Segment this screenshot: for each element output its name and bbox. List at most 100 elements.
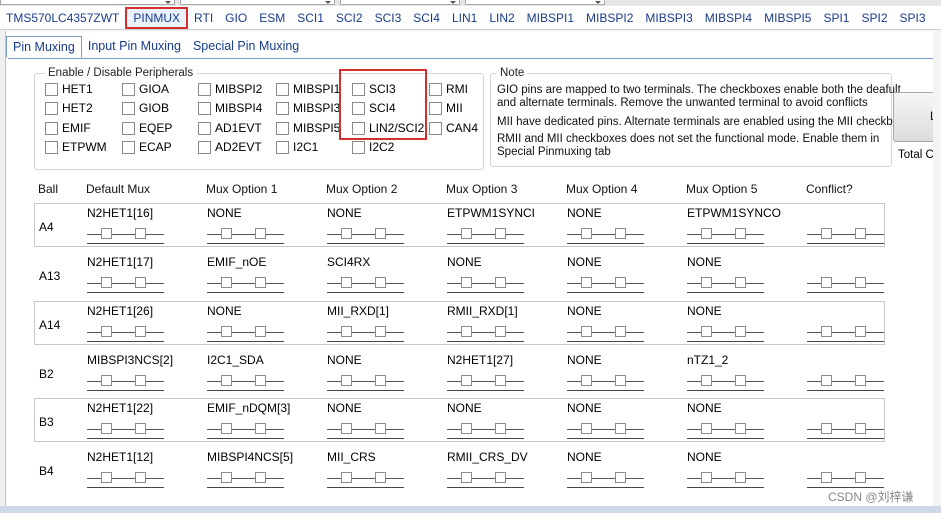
tab-mibspi1[interactable]: MIBSPI1 <box>521 7 580 29</box>
checkbox-het1[interactable]: HET1 <box>45 82 93 96</box>
mux-checkbox[interactable] <box>255 228 266 239</box>
tab-lin1[interactable]: LIN1 <box>446 7 483 29</box>
mux-selector[interactable] <box>567 468 644 488</box>
mux-checkbox[interactable] <box>821 326 832 337</box>
checkbox-mibspi1[interactable]: MIBSPI1 <box>276 82 340 96</box>
mux-checkbox[interactable] <box>495 326 506 337</box>
mux-selector[interactable] <box>327 419 404 439</box>
mux-selector[interactable] <box>327 468 404 488</box>
checkbox-box[interactable] <box>122 101 135 115</box>
tab-tms570lc4357zwt[interactable]: TMS570LC4357ZWT <box>0 7 125 29</box>
option-dropdown[interactable] <box>465 0 605 5</box>
mux-checkbox[interactable] <box>581 228 592 239</box>
mux-selector[interactable] <box>207 371 284 391</box>
tab-pinmux[interactable]: PINMUX <box>125 6 189 29</box>
checkbox-ad2evt[interactable]: AD2EVT <box>198 140 262 154</box>
checkbox-box[interactable] <box>198 101 211 115</box>
checkbox-box[interactable] <box>276 82 289 96</box>
mux-checkbox[interactable] <box>101 277 112 288</box>
checkbox-eqep[interactable]: EQEP <box>122 121 172 135</box>
checkbox-box[interactable] <box>122 121 135 135</box>
checkbox-box[interactable] <box>122 140 135 154</box>
mux-checkbox[interactable] <box>701 326 712 337</box>
checkbox-mibspi5[interactable]: MIBSPI5 <box>276 121 340 135</box>
mux-selector[interactable] <box>87 468 164 488</box>
mux-selector[interactable] <box>207 419 284 439</box>
mux-checkbox[interactable] <box>615 423 626 434</box>
mux-selector[interactable] <box>327 273 404 293</box>
checkbox-het2[interactable]: HET2 <box>45 101 93 115</box>
checkbox-box[interactable] <box>45 121 58 135</box>
mux-checkbox[interactable] <box>461 228 472 239</box>
checkbox-box[interactable] <box>45 140 58 154</box>
mux-checkbox[interactable] <box>375 472 386 483</box>
mux-checkbox[interactable] <box>821 277 832 288</box>
checkbox-gioa[interactable]: GIOA <box>122 82 169 96</box>
mux-checkbox[interactable] <box>375 277 386 288</box>
mux-checkbox[interactable] <box>581 326 592 337</box>
mux-selector[interactable] <box>687 322 764 342</box>
tab-pin-muxing[interactable]: Pin Muxing <box>6 36 82 58</box>
mux-checkbox[interactable] <box>581 423 592 434</box>
mux-checkbox[interactable] <box>495 375 506 386</box>
mux-checkbox[interactable] <box>341 472 352 483</box>
mux-selector[interactable] <box>327 322 404 342</box>
mux-checkbox[interactable] <box>855 277 866 288</box>
mux-checkbox[interactable] <box>135 277 146 288</box>
checkbox-box[interactable] <box>122 82 135 96</box>
mux-checkbox[interactable] <box>461 423 472 434</box>
mux-checkbox[interactable] <box>855 375 866 386</box>
mux-checkbox[interactable] <box>735 375 746 386</box>
conflict-indicator[interactable] <box>807 468 884 488</box>
mux-selector[interactable] <box>87 273 164 293</box>
conflict-indicator[interactable] <box>807 273 884 293</box>
checkbox-can4[interactable]: CAN4 <box>429 121 478 135</box>
mux-checkbox[interactable] <box>255 277 266 288</box>
mux-checkbox[interactable] <box>341 423 352 434</box>
mux-selector[interactable] <box>567 371 644 391</box>
checkbox-box[interactable] <box>429 121 442 135</box>
mux-checkbox[interactable] <box>135 375 146 386</box>
mux-checkbox[interactable] <box>221 375 232 386</box>
mux-checkbox[interactable] <box>855 326 866 337</box>
mux-selector[interactable] <box>567 224 644 244</box>
mux-selector[interactable] <box>567 419 644 439</box>
mux-checkbox[interactable] <box>735 228 746 239</box>
mux-selector[interactable] <box>207 224 284 244</box>
mux-selector[interactable] <box>447 224 524 244</box>
checkbox-box[interactable] <box>429 101 442 115</box>
checkbox-box[interactable] <box>45 82 58 96</box>
mux-checkbox[interactable] <box>221 472 232 483</box>
checkbox-box[interactable] <box>45 101 58 115</box>
checkbox-box[interactable] <box>352 140 365 154</box>
tab-rti[interactable]: RTI <box>188 7 219 29</box>
mux-checkbox[interactable] <box>135 228 146 239</box>
mux-selector[interactable] <box>207 322 284 342</box>
mux-checkbox[interactable] <box>221 277 232 288</box>
device-dropdown[interactable] <box>0 0 175 5</box>
mux-checkbox[interactable] <box>221 228 232 239</box>
tab-mibspi5[interactable]: MIBSPI5 <box>758 7 817 29</box>
mux-checkbox[interactable] <box>615 228 626 239</box>
mux-selector[interactable] <box>687 371 764 391</box>
mux-selector[interactable] <box>567 322 644 342</box>
mux-checkbox[interactable] <box>375 228 386 239</box>
mux-checkbox[interactable] <box>375 423 386 434</box>
conflict-indicator[interactable] <box>807 322 884 342</box>
mux-checkbox[interactable] <box>735 277 746 288</box>
tab-special-pin-muxing[interactable]: Special Pin Muxing <box>187 36 305 58</box>
mux-checkbox[interactable] <box>735 423 746 434</box>
mux-checkbox[interactable] <box>135 326 146 337</box>
mux-selector[interactable] <box>447 273 524 293</box>
checkbox-box[interactable] <box>198 121 211 135</box>
mux-checkbox[interactable] <box>135 472 146 483</box>
tab-mibspi2[interactable]: MIBSPI2 <box>580 7 639 29</box>
mux-selector[interactable] <box>87 322 164 342</box>
mux-selector[interactable] <box>687 468 764 488</box>
mux-checkbox[interactable] <box>461 472 472 483</box>
mux-checkbox[interactable] <box>615 375 626 386</box>
checkbox-box[interactable] <box>276 121 289 135</box>
conflict-indicator[interactable] <box>807 419 884 439</box>
mux-selector[interactable] <box>87 371 164 391</box>
mux-checkbox[interactable] <box>101 326 112 337</box>
